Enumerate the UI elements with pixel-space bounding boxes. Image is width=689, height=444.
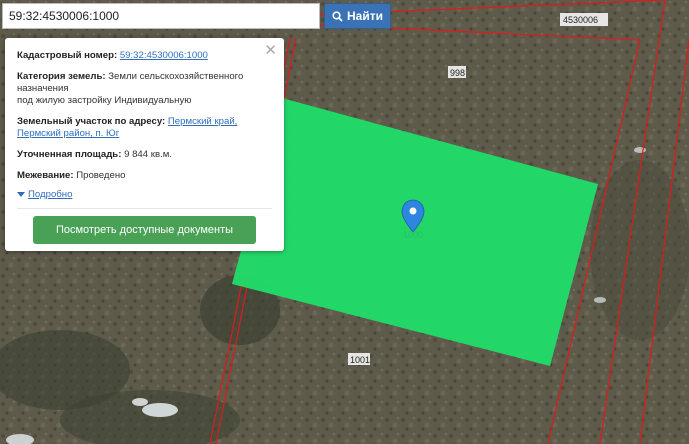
search-button[interactable]: Найти bbox=[324, 3, 391, 29]
category-label: Категория земель: bbox=[17, 71, 106, 82]
search-button-label: Найти bbox=[347, 9, 383, 23]
triangle-down-icon bbox=[17, 192, 25, 197]
cadastral-label: Кадастровый номер: bbox=[17, 50, 118, 61]
survey-row: Межевание: Проведено bbox=[17, 170, 272, 182]
details-link[interactable]: Подробно bbox=[28, 189, 72, 200]
category-use: под жилую застройку Индивидуальную bbox=[17, 95, 192, 106]
divider bbox=[17, 208, 272, 209]
search-icon bbox=[332, 10, 343, 22]
search-input[interactable]: 59:32:4530006:1000 bbox=[2, 3, 320, 29]
cadastral-number-link[interactable]: 59:32:4530006:1000 bbox=[120, 50, 208, 61]
category-row: Категория земель: Земли сельскохозяйстве… bbox=[17, 71, 272, 107]
view-documents-button[interactable]: Посмотреть доступные документы bbox=[33, 216, 256, 244]
details-toggle[interactable]: Подробно bbox=[17, 189, 272, 200]
survey-value: Проведено bbox=[76, 170, 126, 181]
address-link-line2[interactable]: Пермский район, п. Юг bbox=[17, 128, 119, 139]
area-row: Уточненная площадь: 9 844 кв.м. bbox=[17, 149, 272, 161]
address-label: Земельный участок по адресу: bbox=[17, 116, 166, 127]
area-label: Уточненная площадь: bbox=[17, 149, 122, 160]
parcel-info-popup: ✕ Кадастровый номер: 59:32:4530006:1000 … bbox=[5, 38, 284, 251]
cadastral-row: Кадастровый номер: 59:32:4530006:1000 bbox=[17, 50, 272, 62]
survey-label: Межевание: bbox=[17, 170, 74, 181]
address-row: Земельный участок по адресу: Пермский кр… bbox=[17, 116, 272, 140]
parcel-label-998: 998 bbox=[450, 68, 465, 78]
address-link-line1[interactable]: Пермский край, bbox=[168, 116, 237, 127]
area-value: 9 844 кв.м. bbox=[124, 149, 172, 160]
close-icon[interactable]: ✕ bbox=[264, 41, 277, 59]
parcel-label-1001: 1001 bbox=[350, 355, 370, 365]
search-input-value: 59:32:4530006:1000 bbox=[9, 9, 120, 23]
block-label: 4530006 bbox=[563, 15, 598, 25]
